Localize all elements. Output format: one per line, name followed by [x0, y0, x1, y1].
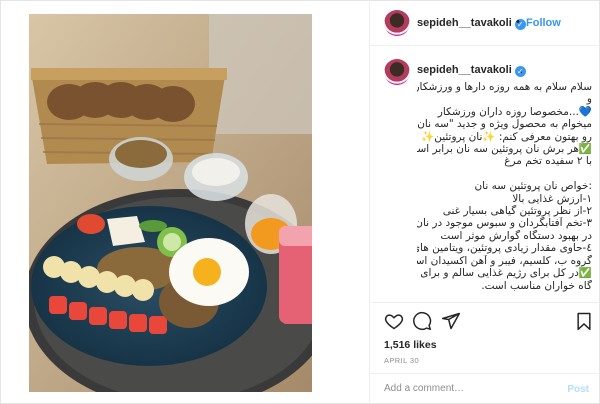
caption-line: ۱-ارزش غذایی بالا [512, 192, 592, 205]
caption-line: رو بهتون معرفی کنم: ✨نان پروتئین✨ [421, 130, 592, 143]
comment-input[interactable] [384, 383, 554, 394]
caption-line: با ۲ سفیده تخم مرغ [504, 155, 592, 168]
bookmark-icon[interactable] [574, 311, 594, 331]
post-comment-button[interactable]: Post [567, 384, 589, 395]
caption-line: سلام سلام به همه روزه دارها و ورزشکارها [417, 81, 592, 93]
avatar[interactable] [384, 10, 410, 36]
caption-username[interactable]: sepideh__tavakoli ✓ [417, 64, 526, 77]
caption-line [417, 168, 592, 180]
caption-line: میخوام به محصول ویژه و جدید "سه نان" [417, 118, 592, 131]
caption-line: ۲-از نظر پروتئین گیاهی بسیار غنی [442, 205, 592, 218]
caption-line: ✅هر برش نان پروتئین سه نان برابر است [417, 143, 592, 156]
header-username[interactable]: sepideh__tavakoli ✓ [417, 17, 526, 30]
caption-line: ۳-تخم آفتابگردان و سبوس موجود در نان [417, 217, 592, 230]
post-header: sepideh__tavakoli ✓ • Follow [370, 0, 600, 46]
caption-trail: . [520, 64, 524, 76]
breakfast-photo-illustration [29, 14, 312, 392]
post-photo[interactable] [29, 14, 312, 392]
caption-avatar[interactable] [384, 59, 410, 85]
header-username-text[interactable]: sepideh__tavakoli [417, 17, 512, 29]
caption-line: گاه خواران مناسب است. [481, 279, 592, 292]
post-date[interactable]: APRIL 30 [384, 356, 419, 365]
add-comment-bar: Post [370, 373, 600, 404]
caption-username-text[interactable]: sepideh__tavakoli [417, 64, 512, 76]
caption-line: ٤-حاوی مقدار زیادی پروتئین، ویتامین های [417, 242, 592, 255]
separator-dot: • [516, 16, 520, 28]
follow-button[interactable]: Follow [526, 17, 561, 29]
post-side-panel: sepideh__tavakoli ✓ • Follow sepideh__tav… [369, 0, 600, 404]
heart-icon[interactable] [384, 311, 404, 331]
post-actions: 1,516 likes APRIL 30 Post [370, 302, 600, 404]
comment-bubble-icon[interactable] [412, 311, 432, 331]
paper-plane-icon[interactable] [441, 311, 461, 331]
caption-line: گروه ب، کلسیم، فیبر و آهن اکسیدان است. [417, 254, 592, 267]
likes-count[interactable]: 1,516 likes [384, 339, 437, 351]
caption-line: در بهبود دستگاه گوارش موثر است [440, 229, 592, 242]
caption-line: 💙...مخصوصا روزه داران ورزشکار [437, 105, 592, 118]
caption-line: و [586, 93, 592, 106]
caption-line: ✅در کل برای رژیم غذایی سالم و برای [420, 267, 592, 280]
caption-comment: sepideh__tavakoli ✓ . سلام سلام به همه رو… [370, 47, 600, 302]
caption-text: سلام سلام به همه روزه دارها و ورزشکارها … [417, 81, 592, 292]
caption-line: :خواص نان پروتئین سه نان [474, 180, 592, 193]
